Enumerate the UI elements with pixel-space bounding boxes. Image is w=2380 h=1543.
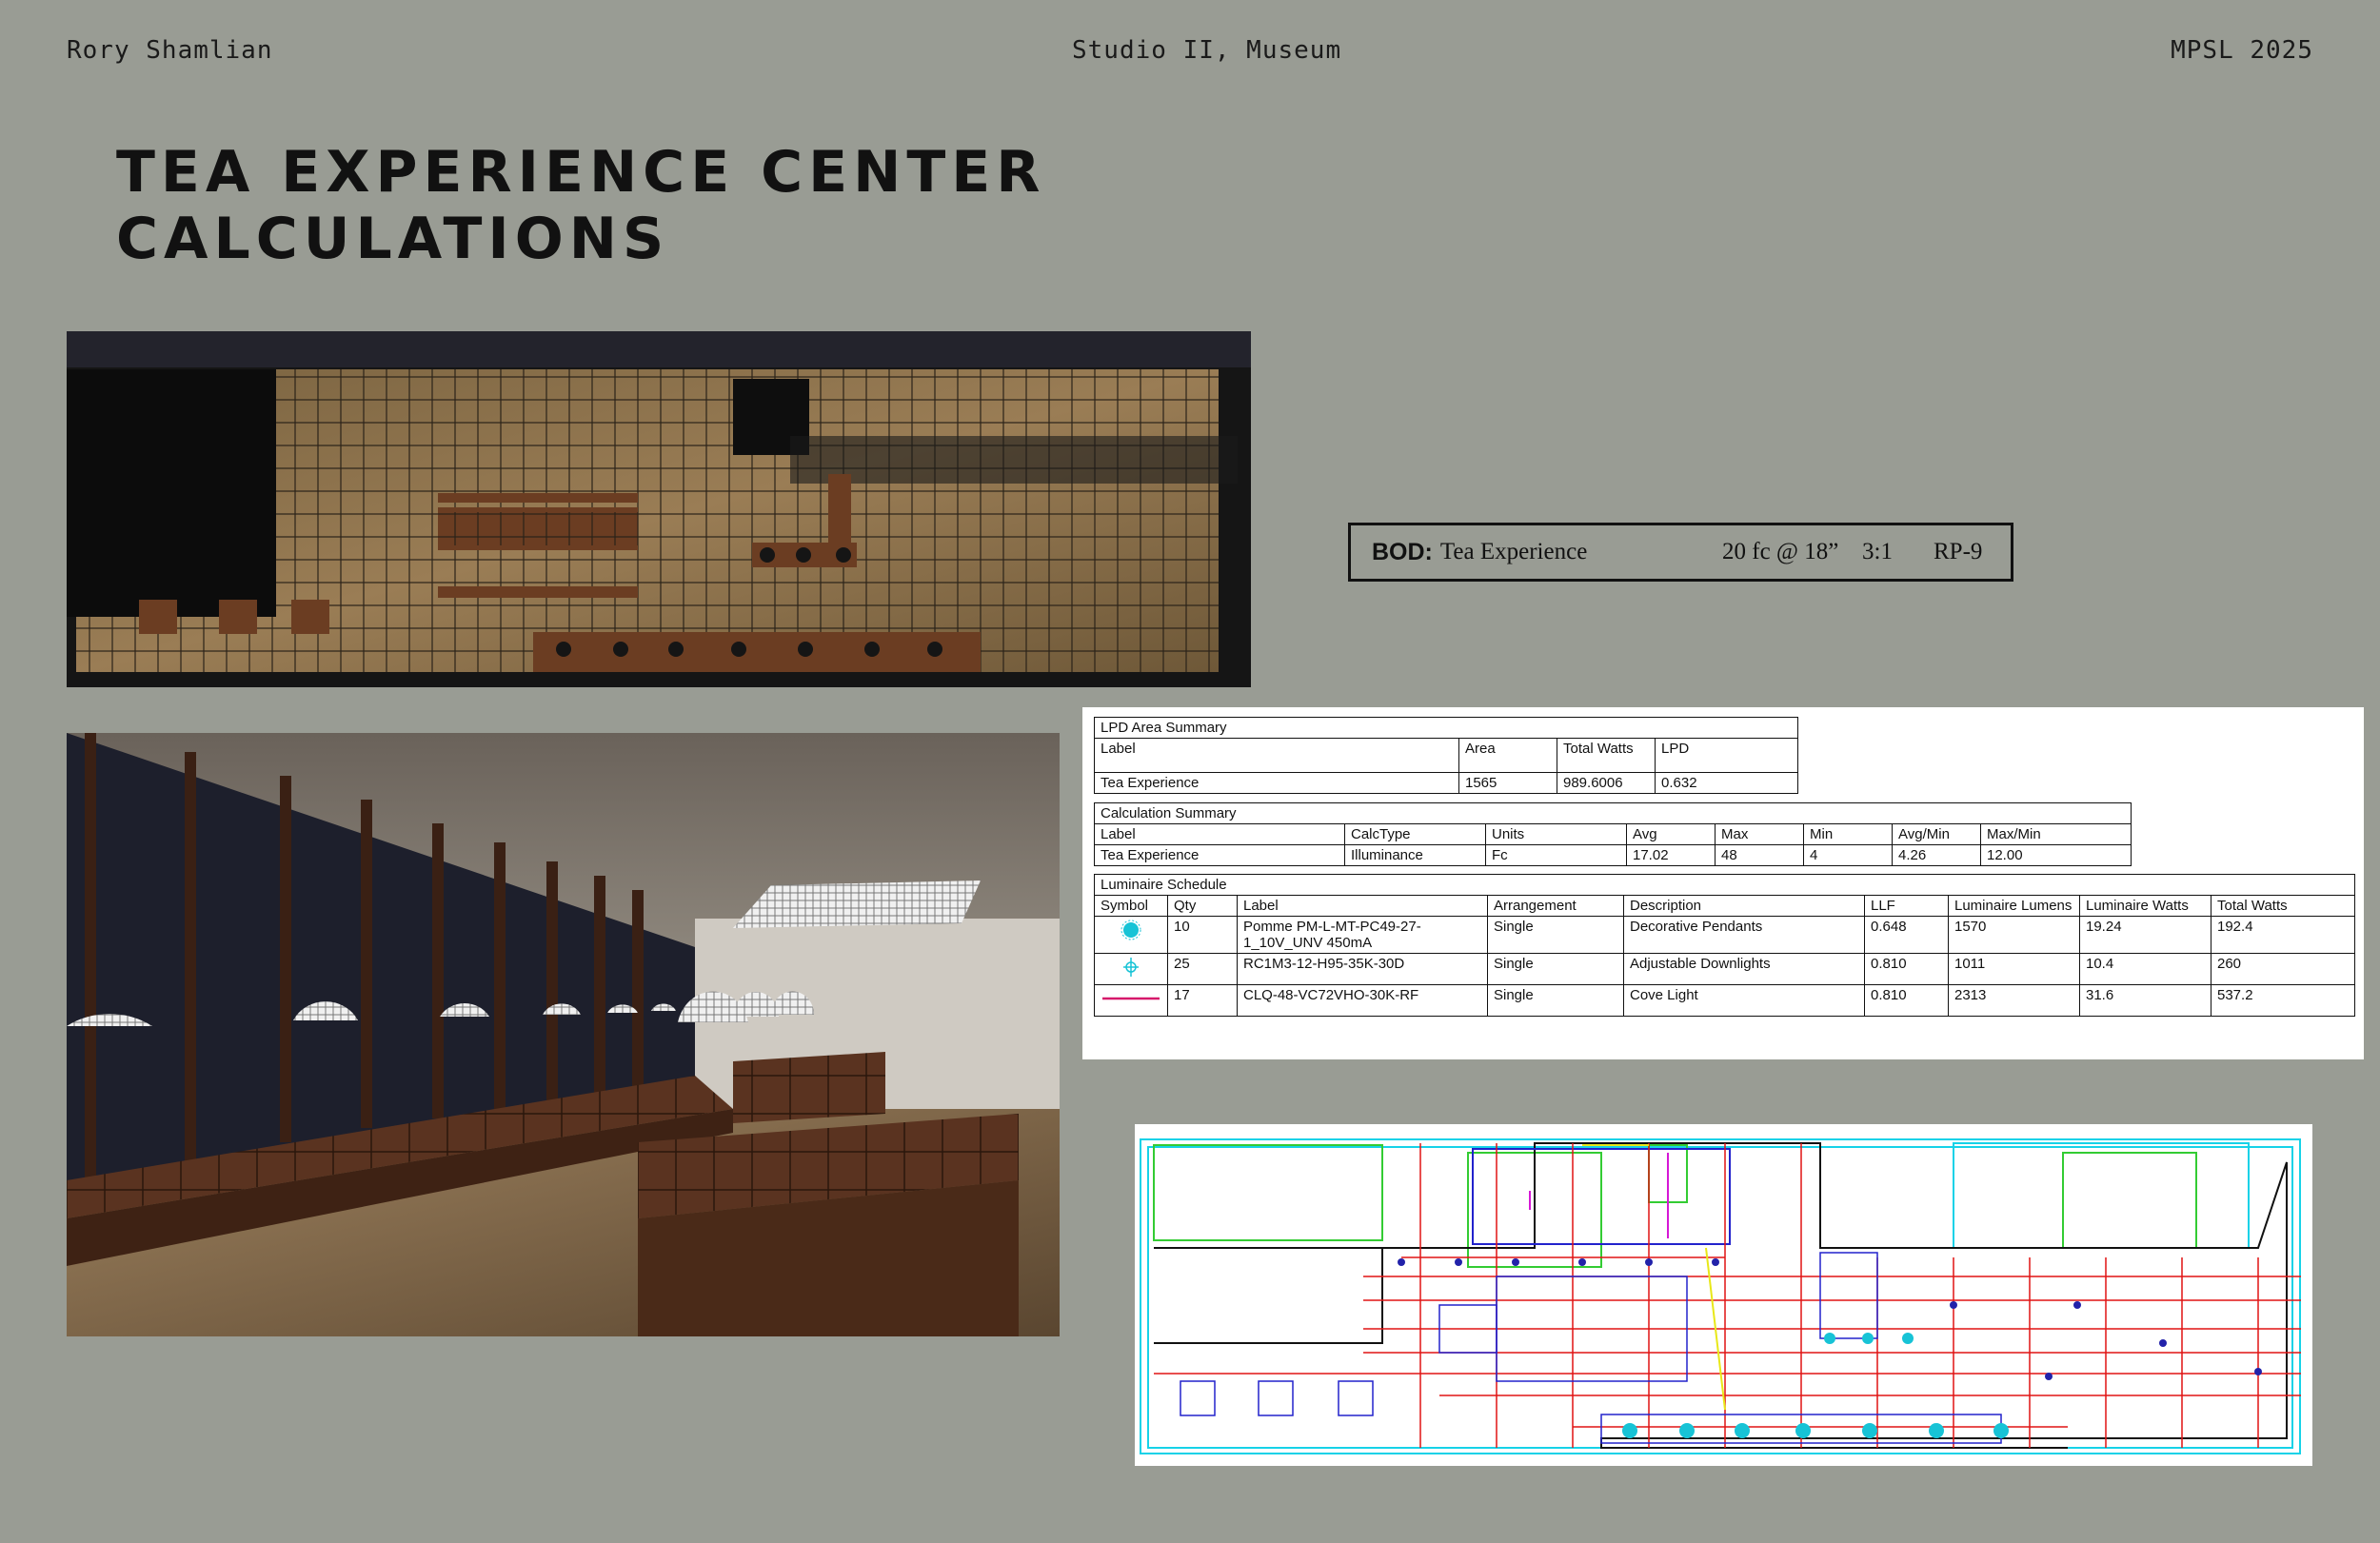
calc-header: Max/Min <box>1980 823 2132 845</box>
lpd-cell: 0.632 <box>1655 772 1798 794</box>
schedule-cell: 1011 <box>1948 953 2080 985</box>
lighting-plan-drawing <box>1135 1124 2312 1466</box>
schedule-header: Luminaire Watts <box>2079 895 2211 917</box>
schedule-cell: 10.4 <box>2079 953 2211 985</box>
schedule-cell: 19.24 <box>2079 916 2211 954</box>
lpd-header-total-watts: Total Watts <box>1557 738 1656 773</box>
lpd-header-lpd: LPD <box>1655 738 1798 773</box>
table-row: Tea Experience Illuminance Fc 17.02 48 4… <box>1094 844 2132 866</box>
schedule-cell: 0.810 <box>1864 984 1949 1017</box>
calc-cell: Illuminance <box>1344 844 1486 866</box>
schedule-cell: 10 <box>1167 916 1238 954</box>
calc-header: Avg/Min <box>1892 823 1981 845</box>
schedule-cell: Pomme PM-L-MT-PC49-27-1_10V_UNV 450mA <box>1237 916 1488 954</box>
lighting-plan-svg <box>1135 1124 2312 1466</box>
schedule-header: Description <box>1623 895 1865 917</box>
bod-target: 20 fc @ 18” <box>1722 539 1839 564</box>
table-row: 10 Pomme PM-L-MT-PC49-27-1_10V_UNV 450mA… <box>1094 916 2355 954</box>
calc-header: Units <box>1485 823 1627 845</box>
schedule-cell: 0.648 <box>1864 916 1949 954</box>
lpd-header-label: Label <box>1094 738 1459 773</box>
schedule-cell: 192.4 <box>2211 916 2355 954</box>
schedule-cell: 25 <box>1167 953 1238 985</box>
calc-cell: 12.00 <box>1980 844 2132 866</box>
schedule-header: Luminaire Lumens <box>1948 895 2080 917</box>
schedule-symbol-cell <box>1094 984 1168 1017</box>
table-row: Tea Experience 1565 989.6006 0.632 <box>1094 772 1798 794</box>
schedule-caption: Luminaire Schedule <box>1094 874 2355 896</box>
schedule-cell: Single <box>1487 916 1624 954</box>
schedule-cell: 17 <box>1167 984 1238 1017</box>
calculation-summary-table: Calculation Summary Label CalcType Units… <box>1094 802 2132 866</box>
program-label: MPSL 2025 <box>2171 36 2313 65</box>
calc-cell: 48 <box>1715 844 1804 866</box>
schedule-cell: RC1M3-12-H95-35K-30D <box>1237 953 1488 985</box>
calc-cell: 4 <box>1803 844 1893 866</box>
schedule-cell: CLQ-48-VC72VHO-30K-RF <box>1237 984 1488 1017</box>
table-row: 17 CLQ-48-VC72VHO-30K-RF Single Cove Lig… <box>1094 984 2355 1017</box>
luminaire-schedule-table: Luminaire Schedule Symbol Qty Label Arra… <box>1094 874 2355 1017</box>
schedule-symbol-cell <box>1094 953 1168 985</box>
bod-ratio: 3:1 <box>1862 539 1893 564</box>
lpd-header-area: Area <box>1458 738 1557 773</box>
schedule-cell: 2313 <box>1948 984 2080 1017</box>
schedule-cell: Adjustable Downlights <box>1623 953 1865 985</box>
calc-header: Min <box>1803 823 1893 845</box>
schedule-cell: 1570 <box>1948 916 2080 954</box>
schedule-symbol-cell <box>1094 916 1168 954</box>
bod-value: Tea Experience <box>1439 539 1588 564</box>
bod-box: BOD: Tea Experience 20 fc @ 18” 3:1 RP-9 <box>1348 523 2013 582</box>
schedule-cell: Single <box>1487 953 1624 985</box>
schedule-cell: 260 <box>2211 953 2355 985</box>
schedule-cell: 0.810 <box>1864 953 1949 985</box>
calc-header: CalcType <box>1344 823 1486 845</box>
plan-render-image <box>67 331 1251 687</box>
schedule-header: Arrangement <box>1487 895 1624 917</box>
lpd-cell: 1565 <box>1458 772 1557 794</box>
summary-tables: LPD Area Summary Label Area Total Watts … <box>1082 707 2364 1059</box>
calc-cell: 17.02 <box>1626 844 1716 866</box>
title-line-2: CALCULATIONS <box>116 206 670 272</box>
schedule-header: Label <box>1237 895 1488 917</box>
schedule-header: Qty <box>1167 895 1238 917</box>
lpd-summary-table: LPD Area Summary Label Area Total Watts … <box>1094 717 1798 794</box>
calc-cell: 4.26 <box>1892 844 1981 866</box>
perspective-render-svg <box>67 733 1060 1336</box>
schedule-cell: Decorative Pendants <box>1623 916 1865 954</box>
perspective-render-image <box>67 733 1060 1336</box>
schedule-cell: Single <box>1487 984 1624 1017</box>
schedule-header: LLF <box>1864 895 1949 917</box>
calc-header: Max <box>1715 823 1804 845</box>
calc-header: Avg <box>1626 823 1716 845</box>
cove-line-symbol-icon <box>1102 997 1160 1000</box>
table-row: 25 RC1M3-12-H95-35K-30D Single Adjustabl… <box>1094 953 2355 985</box>
lpd-cell: 989.6006 <box>1557 772 1656 794</box>
bod-key: BOD: <box>1372 538 1433 565</box>
calc-header: Label <box>1094 823 1345 845</box>
schedule-header: Total Watts <box>2211 895 2355 917</box>
lpd-caption: LPD Area Summary <box>1094 717 1798 739</box>
schedule-cell: 31.6 <box>2079 984 2211 1017</box>
calc-cell: Tea Experience <box>1094 844 1345 866</box>
course-name: Studio II, Museum <box>1072 36 1342 65</box>
schedule-cell: Cove Light <box>1623 984 1865 1017</box>
author-name: Rory Shamlian <box>67 36 273 65</box>
page-title: TEA EXPERIENCE CENTER CALCULATIONS <box>116 139 1045 272</box>
lpd-cell: Tea Experience <box>1094 772 1459 794</box>
pendant-symbol-icon <box>1121 920 1141 940</box>
calc-cell: Fc <box>1485 844 1627 866</box>
schedule-header: Symbol <box>1094 895 1168 917</box>
bod-ref: RP-9 <box>1934 539 1983 564</box>
plan-render-svg <box>67 331 1251 687</box>
title-line-1: TEA EXPERIENCE CENTER <box>116 139 1046 206</box>
downlight-symbol-icon <box>1123 958 1139 977</box>
calc-caption: Calculation Summary <box>1094 802 2132 824</box>
schedule-cell: 537.2 <box>2211 984 2355 1017</box>
